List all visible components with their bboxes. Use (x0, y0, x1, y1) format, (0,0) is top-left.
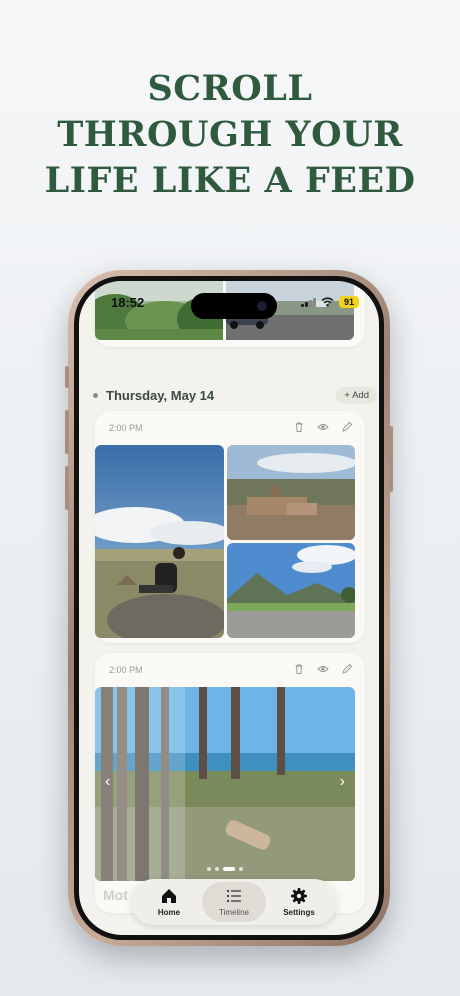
entry-actions (293, 663, 353, 675)
entry-card-1[interactable]: 2:00 PM (95, 411, 365, 643)
entry-actions (293, 421, 353, 433)
photo-monastery[interactable] (227, 445, 355, 540)
tab-settings[interactable]: Settings (267, 882, 331, 922)
status-icons: 91 (301, 296, 359, 308)
chevron-right-icon[interactable]: › (340, 773, 345, 791)
date-header-row: Thursday, May 14 + Add (93, 385, 377, 405)
wifi-icon (321, 297, 334, 307)
tab-settings-label: Settings (283, 908, 315, 917)
tab-bar: Home Timeline Settings (131, 879, 337, 925)
tab-timeline[interactable]: Timeline (202, 882, 266, 922)
headline-line-3: LIFE LIKE A FEED (44, 160, 416, 201)
chevron-left-icon[interactable]: ‹ (105, 773, 110, 791)
phone-frame: 18:52 91 Thursday, May 14 + Add 2:00 PM … (65, 270, 393, 946)
carousel-pager (95, 867, 355, 871)
trash-icon[interactable] (293, 421, 305, 433)
list-icon (226, 889, 241, 903)
entry-time: 2:00 PM (109, 665, 143, 675)
next-section-title: Mot (103, 887, 128, 903)
battery-indicator: 91 (339, 296, 359, 308)
trash-icon[interactable] (293, 663, 305, 675)
pencil-icon[interactable] (341, 421, 353, 433)
tab-home[interactable]: Home (137, 882, 201, 922)
phone-screen: 18:52 91 Thursday, May 14 + Add 2:00 PM … (79, 281, 379, 935)
headline: SCROLL THROUGH YOUR LIFE LIKE A FEED (0, 66, 460, 204)
power-button (389, 426, 393, 492)
photo-carousel-beach[interactable]: ‹ › (95, 687, 355, 881)
add-entry-button[interactable]: + Add (336, 386, 377, 404)
camera-icon (257, 301, 267, 311)
gear-icon (291, 888, 307, 904)
date-header: Thursday, May 14 (106, 387, 215, 403)
headline-line-2: THROUGH YOUR (57, 114, 403, 155)
tab-home-label: Home (157, 908, 181, 917)
headline-line-1: SCROLL (147, 68, 313, 109)
signal-icon (301, 297, 316, 307)
eye-icon[interactable] (317, 663, 329, 675)
status-time: 18:52 (111, 295, 145, 310)
entry-time: 2:00 PM (109, 423, 143, 433)
photo-person-on-rock[interactable] (95, 445, 224, 638)
tab-timeline-label: Timeline (219, 908, 249, 917)
home-icon (162, 889, 176, 903)
pencil-icon[interactable] (341, 663, 353, 675)
volume-up-button (65, 410, 69, 454)
photo-mountain-road[interactable] (227, 543, 355, 638)
action-button (65, 366, 69, 388)
volume-down-button (65, 466, 69, 510)
eye-icon[interactable] (317, 421, 329, 433)
entry-card-2[interactable]: 2:00 PM ‹ › (95, 653, 365, 913)
dynamic-island (191, 293, 277, 319)
timeline-dot (93, 392, 98, 398)
